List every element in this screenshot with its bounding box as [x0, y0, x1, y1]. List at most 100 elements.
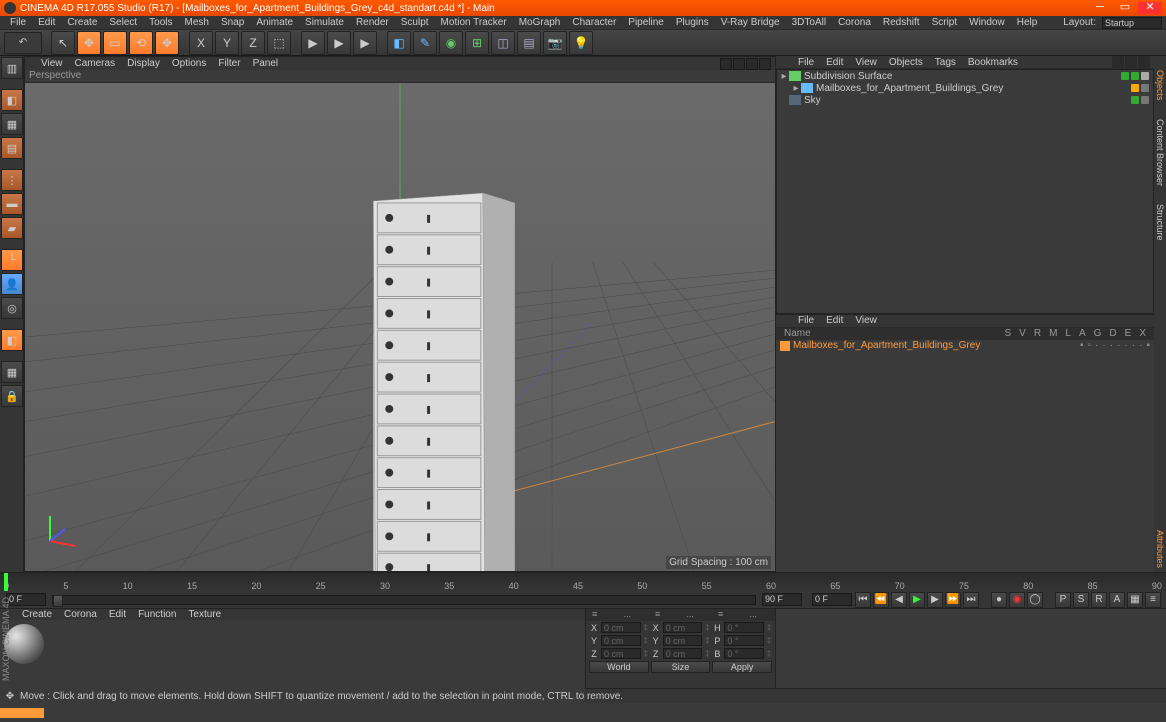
polygons-mode-button[interactable]: ▰: [1, 217, 23, 239]
key-rot-button[interactable]: R: [1091, 592, 1107, 608]
viewport-solo-button[interactable]: 👤: [1, 273, 23, 295]
dock-tab-objects[interactable]: Objects: [1155, 66, 1165, 105]
vp-menu-panel[interactable]: Panel: [247, 58, 285, 69]
matmenu-texture[interactable]: Texture: [182, 609, 227, 620]
vp-menu-options[interactable]: Options: [166, 58, 212, 69]
vp-nav-zoom-icon[interactable]: [733, 58, 745, 70]
menu-3dtoall[interactable]: 3DToAll: [786, 17, 832, 28]
vp-nav-rotate-icon[interactable]: [746, 58, 758, 70]
objmenu-tags[interactable]: Tags: [929, 57, 962, 68]
checkmark-icon[interactable]: [1141, 72, 1149, 80]
visibility-dot-icon[interactable]: [1131, 96, 1139, 104]
menu-simulate[interactable]: Simulate: [299, 17, 350, 28]
objmenu-bookmarks[interactable]: Bookmarks: [962, 57, 1024, 68]
workplane-button[interactable]: ▤: [1, 137, 23, 159]
next-key-button[interactable]: ⏩: [945, 592, 961, 608]
matmenu-corona[interactable]: Corona: [58, 609, 103, 620]
prev-key-button[interactable]: ⏪: [873, 592, 889, 608]
expand-icon[interactable]: ▸: [779, 71, 789, 82]
menu-redshift[interactable]: Redshift: [877, 17, 926, 28]
menu-plugins[interactable]: Plugins: [670, 17, 715, 28]
obj-filter-icon[interactable]: [1125, 56, 1137, 68]
menu-edit[interactable]: Edit: [32, 17, 61, 28]
menu-mograph[interactable]: MoGraph: [513, 17, 567, 28]
attr-menu-file[interactable]: File: [792, 315, 820, 326]
objmenu-view[interactable]: View: [849, 57, 883, 68]
obj-menu-icon[interactable]: [1138, 56, 1150, 68]
size-z-field[interactable]: 0 cm: [663, 648, 703, 659]
menu-vray-bridge[interactable]: V-Ray Bridge: [715, 17, 786, 28]
move-tool[interactable]: ✥: [77, 31, 101, 55]
objects-tree[interactable]: ▸ Subdivision Surface ▸ Mailboxes_for_Ap…: [776, 69, 1154, 314]
viewport-canvas[interactable]: Grid Spacing : 100 cm: [25, 83, 775, 571]
size-y-field[interactable]: 0 cm: [663, 635, 703, 646]
viewport[interactable]: View Cameras Display Options Filter Pane…: [24, 56, 776, 572]
keyframe-sel-button[interactable]: ◯: [1027, 592, 1043, 608]
menu-help[interactable]: Help: [1011, 17, 1044, 28]
record-button[interactable]: ●: [991, 592, 1007, 608]
add-pen-button[interactable]: ✎: [413, 31, 437, 55]
menu-corona[interactable]: Corona: [832, 17, 877, 28]
menu-script[interactable]: Script: [926, 17, 964, 28]
menu-pipeline[interactable]: Pipeline: [622, 17, 670, 28]
menu-window[interactable]: Window: [963, 17, 1011, 28]
maximize-button[interactable]: ▭: [1113, 2, 1137, 14]
pos-y-field[interactable]: 0 cm: [601, 635, 641, 646]
live-select-tool[interactable]: ↖: [51, 31, 75, 55]
menu-file[interactable]: File: [4, 17, 32, 28]
autokey-button[interactable]: ◉: [1009, 592, 1025, 608]
planar-workplane-button[interactable]: ▦: [1, 361, 23, 383]
locked-icon[interactable]: 🔒: [1, 385, 23, 407]
menu-create[interactable]: Create: [61, 17, 103, 28]
vp-menu-view[interactable]: View: [35, 58, 69, 69]
texture-tag-icon[interactable]: [1131, 84, 1139, 92]
menu-render[interactable]: Render: [350, 17, 395, 28]
dock-tab-structure[interactable]: Structure: [1155, 200, 1165, 245]
vp-nav-pan-icon[interactable]: [720, 58, 732, 70]
goto-start-button[interactable]: ⏮: [855, 592, 871, 608]
attr-menu-edit[interactable]: Edit: [820, 315, 849, 326]
key-pos-button[interactable]: P: [1055, 592, 1071, 608]
undo-button[interactable]: ↶: [4, 32, 42, 54]
snap-button[interactable]: ◎: [1, 297, 23, 319]
add-light-button[interactable]: 💡: [569, 31, 593, 55]
key-options-button[interactable]: ≡: [1145, 592, 1161, 608]
tag-dot-icon[interactable]: [1141, 84, 1149, 92]
render-picture-viewer-button[interactable]: ▶: [327, 31, 351, 55]
pos-z-field[interactable]: 0 cm: [601, 648, 641, 659]
current-frame-field[interactable]: 0 F: [812, 593, 852, 606]
objmenu-objects[interactable]: Objects: [883, 57, 929, 68]
play-button[interactable]: ▶: [909, 592, 925, 608]
timeline[interactable]: 0 5 10 15 20 25 30 35 40 45 50 55 60 65 …: [0, 572, 1166, 590]
key-param-button[interactable]: A: [1109, 592, 1125, 608]
menu-character[interactable]: Character: [566, 17, 622, 28]
world-dropdown[interactable]: World: [589, 661, 649, 673]
matmenu-function[interactable]: Function: [132, 609, 182, 620]
x-axis-lock[interactable]: X: [189, 31, 213, 55]
render-settings-button[interactable]: ▶: [353, 31, 377, 55]
add-camera-button[interactable]: 📷: [543, 31, 567, 55]
model-mode-button[interactable]: ◧: [1, 89, 23, 111]
material-name-label[interactable]: mat_api: [0, 708, 44, 718]
menu-sculpt[interactable]: Sculpt: [395, 17, 435, 28]
vp-menu-cameras[interactable]: Cameras: [69, 58, 122, 69]
end-frame-field[interactable]: 90 F: [762, 593, 802, 606]
add-cube-button[interactable]: ◧: [387, 31, 411, 55]
vp-menu-display[interactable]: Display: [121, 58, 166, 69]
objmenu-edit[interactable]: Edit: [820, 57, 849, 68]
attr-menu-view[interactable]: View: [849, 315, 883, 326]
menu-animate[interactable]: Animate: [250, 17, 299, 28]
render-dot-icon[interactable]: [1131, 72, 1139, 80]
rotate-tool[interactable]: ⟲: [129, 31, 153, 55]
scale-tool[interactable]: ▭: [103, 31, 127, 55]
vp-menu-filter[interactable]: Filter: [212, 58, 246, 69]
z-axis-lock[interactable]: Z: [241, 31, 265, 55]
add-subdivision-button[interactable]: ◉: [439, 31, 463, 55]
menu-motion-tracker[interactable]: Motion Tracker: [435, 17, 513, 28]
start-frame-field[interactable]: 0 F: [6, 593, 46, 606]
objmenu-file[interactable]: File: [792, 57, 820, 68]
add-array-button[interactable]: ⊞: [465, 31, 489, 55]
minimize-button[interactable]: ─: [1088, 2, 1112, 14]
menu-mesh[interactable]: Mesh: [179, 17, 215, 28]
rot-h-field[interactable]: 0 °: [724, 622, 764, 633]
